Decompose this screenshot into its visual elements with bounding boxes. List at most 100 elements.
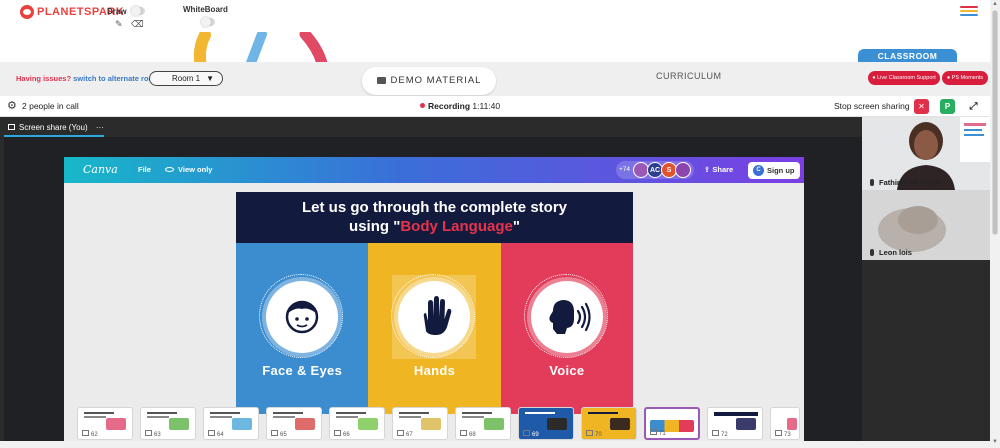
slide-thumbnail[interactable]: 62: [77, 407, 133, 440]
classroom-page: PLANETSPARK Draw ✎ ⌫ WhiteBoard CLASSROO…: [0, 0, 1000, 448]
expand-icon[interactable]: ⤢: [966, 99, 981, 114]
curriculum-tab[interactable]: CURRICULUM: [656, 71, 722, 81]
slide-thumbnail[interactable]: 67: [392, 407, 448, 440]
panel-caption: Face & Eyes: [262, 363, 343, 378]
ps-moments-label: PS Moments: [951, 75, 984, 81]
gear-icon[interactable]: ⚙: [7, 100, 17, 112]
stop-sharing-button[interactable]: Stop screen sharing: [834, 101, 910, 111]
panel-voice: Voice: [500, 243, 633, 414]
slide-thumbnail[interactable]: 63: [140, 407, 196, 440]
thumbnail-number: 72: [712, 430, 728, 438]
scroll-down-icon[interactable]: ▼: [992, 439, 998, 445]
alternate-room-link[interactable]: switch to alternate room: [73, 74, 160, 83]
mic-icon[interactable]: [870, 179, 874, 186]
top-bar: PLANETSPARK Draw ✎ ⌫ WhiteBoard: [0, 0, 990, 32]
hamburger-icon[interactable]: [960, 6, 978, 18]
panel-face-eyes: Face & Eyes: [236, 243, 369, 414]
viewer-avatars[interactable]: +74 AC S: [616, 161, 694, 179]
thumbnail-image: [787, 418, 797, 430]
eraser-icon[interactable]: ⌫: [131, 19, 144, 30]
folder-icon: [376, 77, 386, 84]
classroom-tab[interactable]: CLASSROOM: [858, 49, 957, 63]
whiteboard-toggle[interactable]: [201, 17, 215, 27]
thumbnail-number: 67: [397, 430, 413, 438]
draw-toggle[interactable]: [131, 6, 145, 16]
page-scrollbar[interactable]: ▲ ▼: [990, 0, 1000, 448]
slide-title-highlight: Body Language: [400, 218, 513, 235]
participant-name-label: Leon lois: [879, 248, 912, 257]
slide-thumbnail[interactable]: 72: [707, 407, 763, 440]
thumbnail-image: [358, 418, 378, 430]
panel-hands: Hands: [368, 243, 501, 414]
video-tile-remote[interactable]: Leon lois: [862, 190, 990, 260]
pen-icon[interactable]: ✎: [115, 19, 123, 30]
call-area: Screen share (You) ··· Canva File View o…: [0, 117, 990, 448]
slide-thumbnail[interactable]: 68: [455, 407, 511, 440]
thumbnail-number: 66: [334, 430, 350, 438]
issues-help: Having issues? switch to alternate room: [16, 74, 160, 83]
slide-thumbnail[interactable]: 66: [329, 407, 385, 440]
screen-share-stage: Canva File View only +74 AC S ⇪ Share CS…: [4, 137, 862, 448]
video-tile-self[interactable]: Fathima Mr (You): [862, 117, 990, 190]
caret-down-icon: ▼: [206, 74, 214, 83]
thumbnail-image: [547, 418, 567, 430]
thumbnail-number: 69: [523, 430, 539, 438]
thumbnail-number: 62: [82, 430, 98, 438]
close-share-icon[interactable]: ✕: [914, 99, 929, 114]
demo-material-button[interactable]: DEMO MATERIAL: [362, 67, 496, 95]
p-badge[interactable]: P: [940, 99, 955, 114]
thumbnail-image: [421, 418, 441, 430]
monitor-icon: [8, 124, 15, 130]
canva-c-icon: C: [753, 165, 764, 176]
slide-thumbnail[interactable]: 73: [770, 407, 800, 440]
thumbnail-number: 71: [650, 429, 666, 437]
participant-name: Leon lois: [870, 248, 912, 257]
thumbnail-number: 65: [271, 430, 287, 438]
participant-name: Fathima Mr (You): [870, 178, 940, 187]
share-label: Share: [712, 165, 734, 174]
draw-label: Draw: [107, 7, 127, 16]
slide-title-line1: Let us go through the complete story: [301, 199, 567, 216]
file-menu[interactable]: File: [138, 165, 151, 174]
slide-thumbnail[interactable]: 65: [266, 407, 322, 440]
thumbnail-image: [295, 418, 315, 430]
share-button[interactable]: ⇪ Share: [704, 165, 733, 174]
participant-name-label: Fathima Mr (You): [879, 178, 940, 187]
thumbnail-image: [484, 418, 504, 430]
scrollbar-thumb[interactable]: [992, 10, 998, 235]
view-only-toggle[interactable]: View only: [165, 165, 212, 174]
more-options-icon[interactable]: ···: [96, 123, 104, 132]
scroll-up-icon[interactable]: ▲: [992, 1, 998, 7]
voice-icon: [523, 274, 608, 358]
whiteboard-label: WhiteBoard: [183, 5, 228, 14]
call-bar: ⚙ 2 people in call Recording 1:11:40 Sto…: [0, 96, 990, 117]
slide-title-quote: ": [512, 218, 520, 235]
slide-thumbnail-active[interactable]: 71: [644, 407, 700, 440]
sign-up-button[interactable]: C Sign up: [748, 162, 800, 179]
recording-status: Recording 1:11:40: [420, 101, 500, 111]
panel-caption: Hands: [413, 363, 456, 378]
recording-dot-icon: [420, 103, 425, 108]
room-select-value: Room 1: [172, 74, 201, 83]
canva-header: Canva File View only +74 AC S ⇪ Share CS…: [64, 157, 804, 183]
horizontal-scrollbar[interactable]: [0, 441, 990, 448]
hand-icon: [391, 274, 476, 358]
ps-moments-button[interactable]: ● PS Moments: [942, 71, 988, 85]
thumbnail-image: [106, 418, 126, 430]
view-only-label: View only: [178, 165, 213, 174]
slide-thumbnail[interactable]: 69: [518, 407, 574, 440]
slide: Let us go through the complete story usi…: [236, 192, 633, 414]
people-count: 2 people in call: [22, 101, 79, 111]
slide-title-line2: using "Body Language": [236, 217, 633, 236]
canva-logo[interactable]: Canva: [83, 163, 118, 176]
live-support-label: Live Classroom Support: [877, 75, 936, 81]
live-support-button[interactable]: ● Live Classroom Support: [868, 71, 940, 85]
panel-caption: Voice: [549, 363, 585, 378]
sign-up-label: Sign up: [767, 166, 795, 175]
room-select[interactable]: Room 1 ▼: [149, 71, 223, 86]
slide-thumbnail[interactable]: 64: [203, 407, 259, 440]
screen-share-tab[interactable]: Screen share (You) ···: [4, 119, 104, 137]
thumbnail-image: [610, 418, 630, 430]
slide-thumbnail[interactable]: 70: [581, 407, 637, 440]
mic-icon[interactable]: [870, 249, 874, 256]
